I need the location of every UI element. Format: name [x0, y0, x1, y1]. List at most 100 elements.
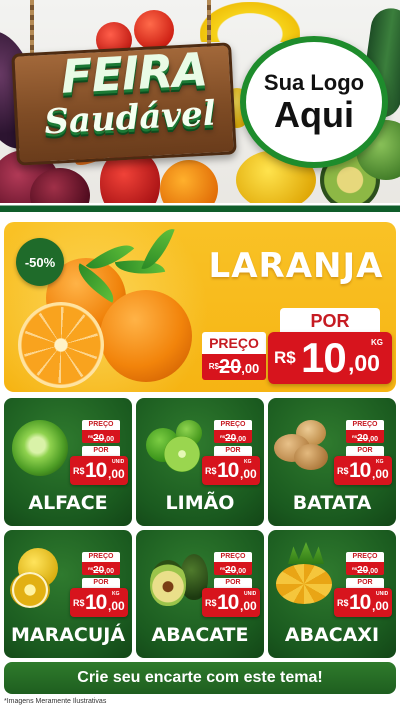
new-price-currency: R$: [205, 598, 217, 608]
new-price-label: POR: [82, 446, 120, 456]
product-name: BATATA: [292, 492, 372, 514]
new-price: R$ 10,00 UNID: [202, 588, 260, 617]
product-name: LIMÃO: [165, 492, 235, 514]
orange-image: [100, 290, 192, 382]
new-price-value: 10: [85, 591, 107, 614]
price-unit: UNID: [244, 591, 257, 597]
old-price-cents: ,00: [368, 436, 378, 443]
old-price-value: 20: [93, 433, 105, 444]
old-price: R$20,00: [346, 430, 384, 444]
old-price-label: PREÇO: [82, 552, 120, 562]
old-price: R$20,00: [82, 562, 120, 576]
new-price-currency: R$: [337, 466, 349, 476]
old-price-value: 20: [225, 433, 237, 444]
price-unit: KG: [112, 591, 120, 597]
new-price-cents: ,00: [240, 599, 257, 613]
lettuce-image: [12, 420, 68, 476]
logo-text-line2: Aqui: [274, 94, 354, 135]
new-price-cents: ,00: [108, 599, 125, 613]
old-price-label: PREÇO: [214, 552, 252, 562]
old-price-value: 20: [93, 565, 105, 576]
header-divider: [0, 203, 400, 212]
logo-badge[interactable]: Sua Logo Aqui: [240, 36, 388, 168]
old-price: R$20,00: [82, 430, 120, 444]
featured-offer[interactable]: -50% LARANJA PREÇO R$20,00 POR R$ 10 ,00…: [4, 222, 396, 392]
new-price-currency: R$: [337, 598, 349, 608]
new-price: R$ 10 ,00 KG: [268, 332, 392, 384]
new-price-label: POR: [82, 578, 120, 588]
new-price: R$ 10,00 KG: [70, 588, 128, 617]
new-price-label: POR: [280, 308, 380, 334]
old-price-cents: ,00: [104, 436, 114, 443]
old-price-label: PREÇO: [82, 420, 120, 430]
old-price-value: 20: [218, 356, 242, 378]
product-card-alface[interactable]: PREÇO R$20,00 POR R$ 10,00 UNID ALFACE: [4, 398, 132, 526]
banana-image: [200, 2, 300, 42]
old-price-currency: R$: [208, 362, 219, 371]
price-unit: UNID: [376, 591, 389, 597]
new-price-cents: ,00: [240, 467, 257, 481]
old-price-cents: ,00: [368, 568, 378, 575]
new-price-value: 10: [349, 459, 371, 482]
product-card-batata[interactable]: PREÇO R$20,00 POR R$ 10,00 KG BATATA: [268, 398, 396, 526]
lime-slice-image: [164, 436, 200, 472]
new-price-value: 10: [217, 459, 239, 482]
new-price-label: POR: [214, 446, 252, 456]
price-unit: KG: [371, 338, 383, 347]
pineapple-crown-image: [288, 542, 324, 564]
old-price-label: PREÇO: [202, 332, 266, 354]
old-price: R$20,00: [202, 354, 266, 380]
product-card-limao[interactable]: PREÇO R$20,00 POR R$ 10,00 KG LIMÃO: [136, 398, 264, 526]
new-price-cents: ,00: [372, 599, 389, 613]
old-price: R$20,00: [346, 562, 384, 576]
product-name: ALFACE: [28, 492, 108, 514]
product-card-abacaxi[interactable]: PREÇO R$20,00 POR R$ 10,00 UNID ABACAXI: [268, 530, 396, 658]
header-banner: FEIRA Saudável Sua Logo Aqui: [0, 0, 400, 212]
featured-product-name: LARANJA: [208, 246, 384, 286]
new-price-currency: R$: [205, 466, 217, 476]
pineapple-image: [276, 564, 332, 604]
new-price-label: POR: [214, 578, 252, 588]
new-price-label: POR: [346, 578, 384, 588]
old-price-value: 20: [357, 433, 369, 444]
old-price-label: PREÇO: [214, 420, 252, 430]
potato-image: [294, 444, 328, 470]
new-price-value: 10: [217, 591, 239, 614]
new-price-cents: ,00: [348, 350, 380, 376]
product-name: ABACATE: [151, 624, 249, 646]
passion-fruit-half-image: [10, 572, 50, 608]
new-price-cents: ,00: [108, 467, 125, 481]
product-card-abacate[interactable]: PREÇO R$20,00 POR R$ 10,00 UNID ABACATE: [136, 530, 264, 658]
old-price: R$20,00: [214, 430, 252, 444]
new-price-currency: R$: [73, 598, 85, 608]
new-price-currency: R$: [73, 466, 85, 476]
old-price: R$20,00: [214, 562, 252, 576]
orange-slice-segments: [18, 302, 104, 388]
price-unit: UNID: [112, 459, 125, 465]
avocado-half-image: [150, 560, 186, 606]
product-card-maracuja[interactable]: PREÇO R$20,00 POR R$ 10,00 KG MARACUJÁ: [4, 530, 132, 658]
new-price: R$ 10,00 UNID: [70, 456, 128, 485]
new-price: R$ 10,00 KG: [202, 456, 260, 485]
old-price-value: 20: [357, 565, 369, 576]
old-price-cents: ,00: [236, 568, 246, 575]
old-price-cents: ,00: [241, 361, 260, 376]
logo-text-line1: Sua Logo: [263, 70, 365, 95]
new-price: R$ 10,00 KG: [334, 456, 392, 485]
new-price-value: 10: [349, 591, 371, 614]
new-price-cents: ,00: [372, 467, 389, 481]
price-unit: KG: [376, 459, 384, 465]
new-price-value: 10: [85, 459, 107, 482]
old-price-label: PREÇO: [346, 552, 384, 562]
footnote: *Imagens Meramente Ilustrativas: [4, 698, 107, 705]
new-price-value: 10: [301, 334, 347, 381]
discount-badge: -50%: [16, 238, 64, 286]
new-price-label: POR: [346, 446, 384, 456]
product-name: MARACUJÁ: [10, 624, 126, 646]
cta-banner[interactable]: Crie seu encarte com este tema!: [4, 662, 396, 694]
new-price: R$ 10,00 UNID: [334, 588, 392, 617]
new-price-currency: R$: [274, 348, 296, 367]
old-price-value: 20: [225, 565, 237, 576]
product-name: ABACAXI: [284, 624, 380, 646]
old-price-cents: ,00: [104, 568, 114, 575]
